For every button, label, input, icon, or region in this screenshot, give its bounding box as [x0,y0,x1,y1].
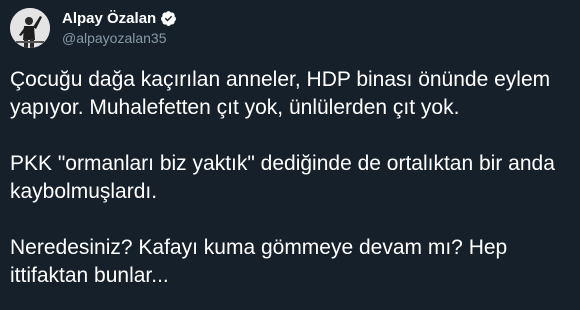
tweet-card: Alpay Özalan @alpayozalan35 Çocuğu dağa … [0,0,580,310]
profile-photo-icon [10,8,50,48]
tweet-paragraph: PKK "ormanları biz yaktık" dediğinde de … [10,152,555,203]
author-info: Alpay Özalan @alpayozalan35 [62,8,177,46]
verified-badge-icon [160,10,177,27]
tweet-text: Çocuğu dağa kaçırılan anneler, HDP binas… [10,66,575,290]
user-handle[interactable]: @alpayozalan35 [62,30,177,46]
display-name[interactable]: Alpay Özalan [62,10,156,27]
tweet-paragraph: Çocuğu dağa kaçırılan anneler, HDP binas… [10,68,551,119]
avatar[interactable] [10,8,50,48]
display-name-row: Alpay Özalan [62,8,177,28]
tweet-paragraph: Neredesiniz? Kafayı kuma gömmeye devam m… [10,236,508,287]
